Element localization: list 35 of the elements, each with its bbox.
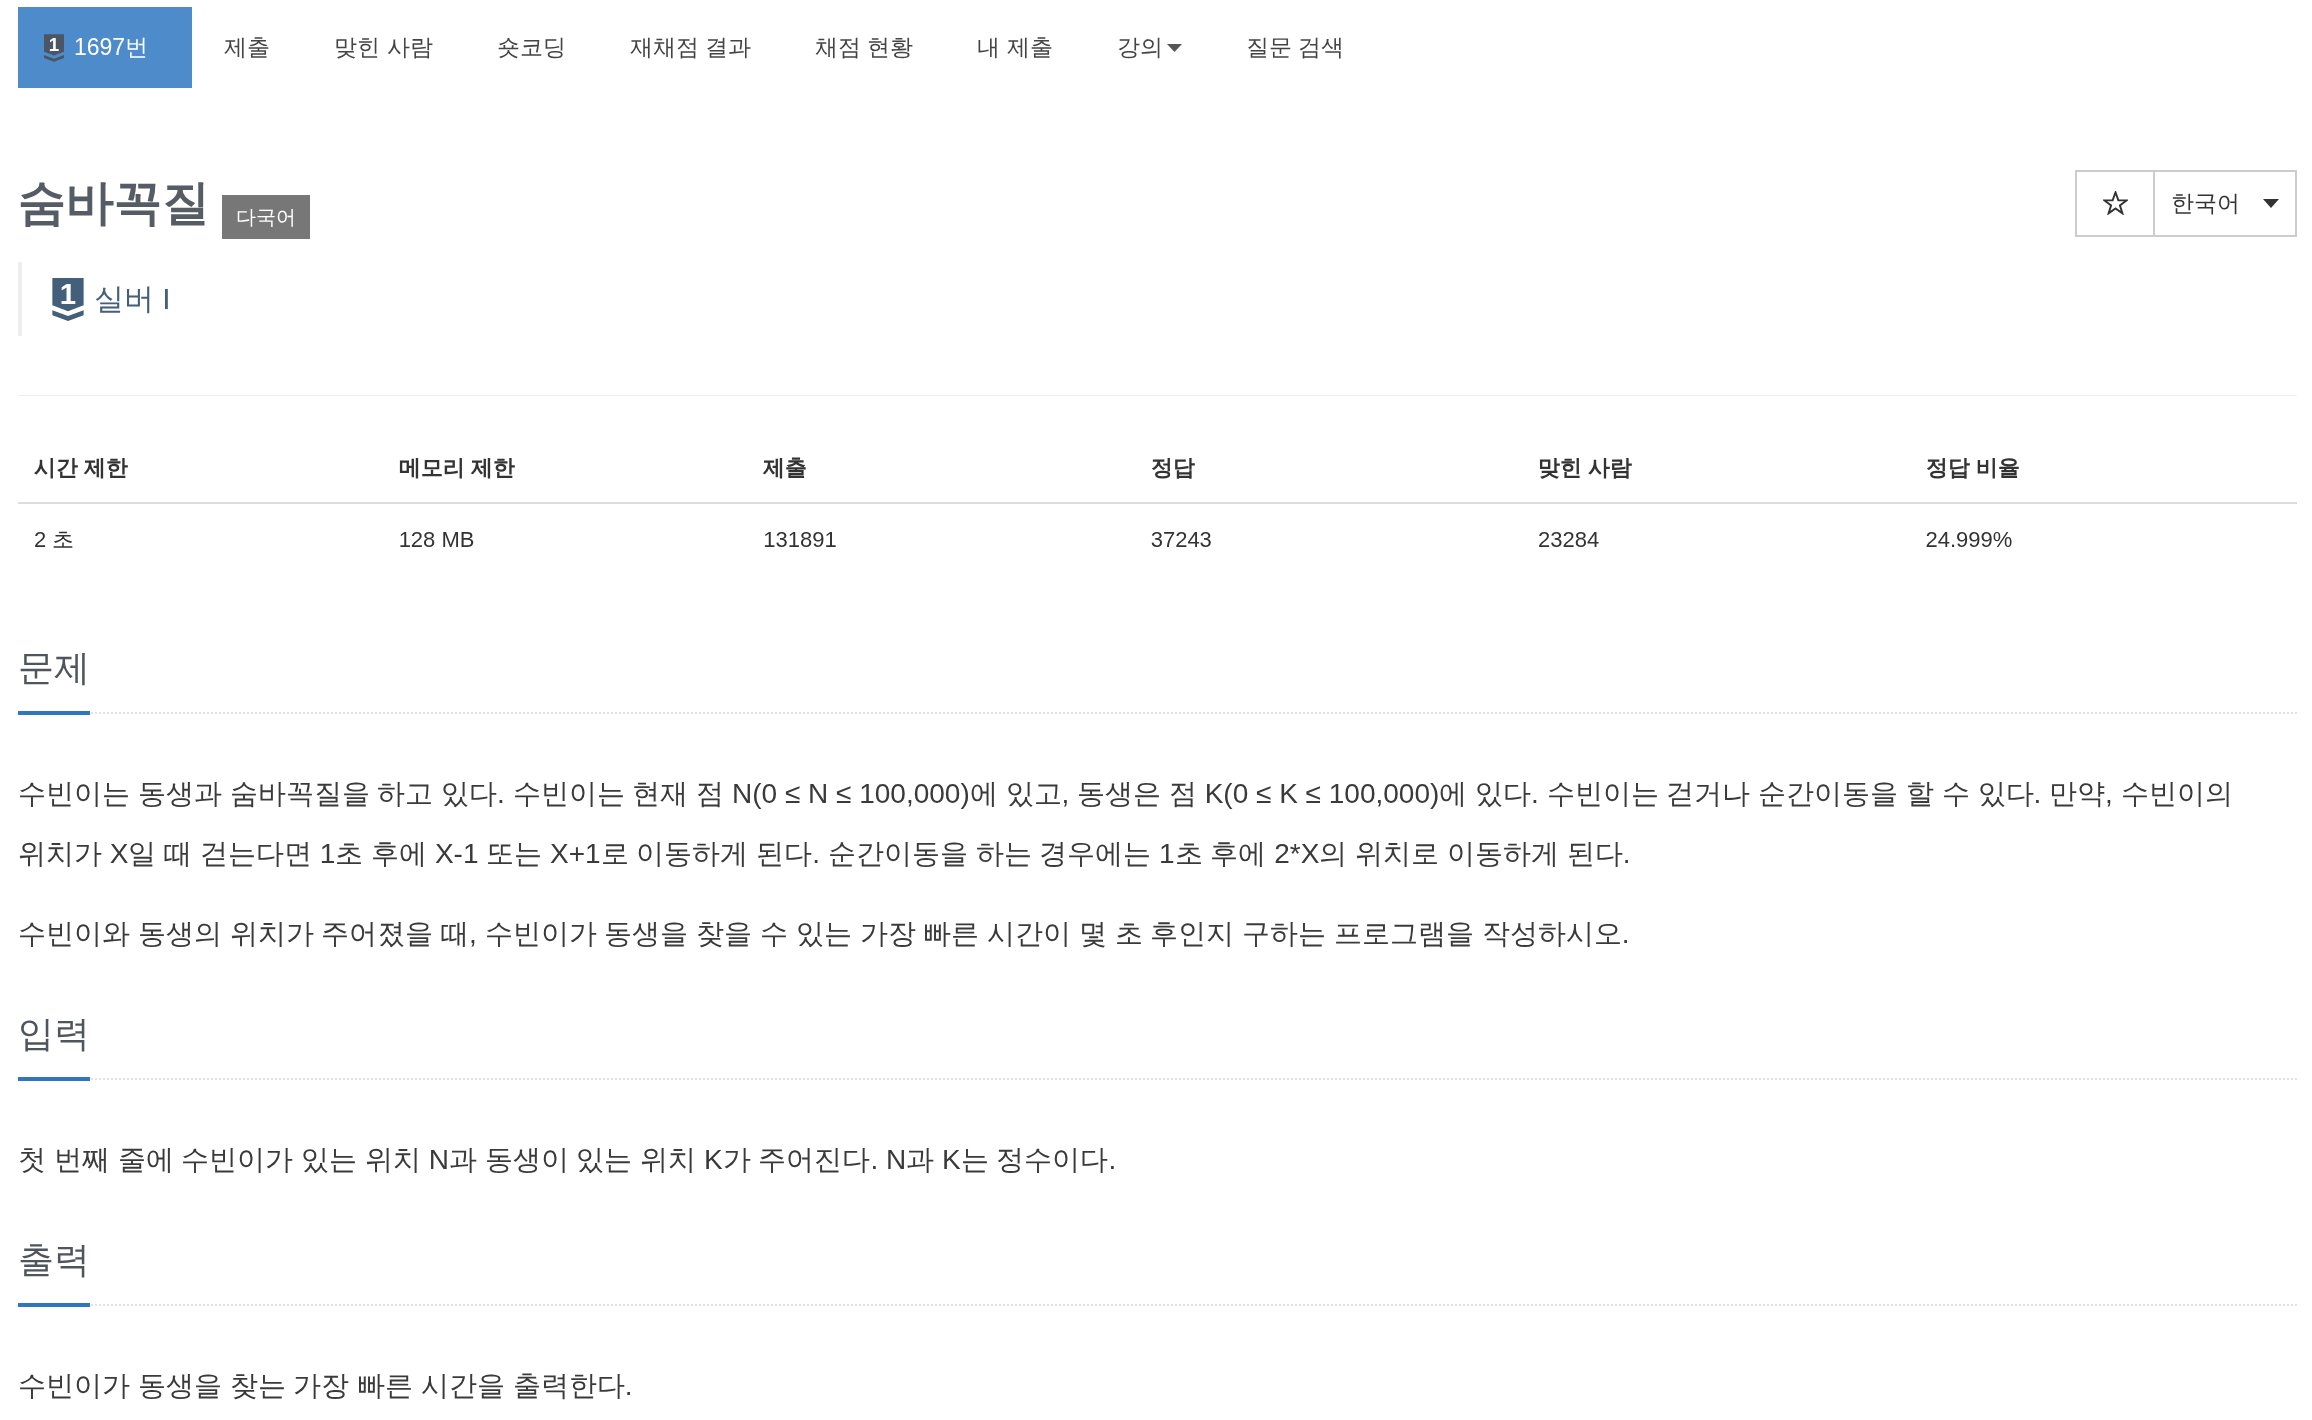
description-text: 첫 번째 줄에 수빈이가 있는 위치 N과 동생이 있는 위치 K가 주어진다. N과 K는 정수이다. [18, 1143, 1118, 1177]
column-header: 제출 [747, 434, 1135, 503]
tier-link[interactable]: 실버 I [94, 278, 171, 320]
bookmark-button[interactable] [2075, 169, 2155, 237]
nav-tab[interactable]: 재채점 결과 [597, 7, 783, 88]
nav-tab[interactable]: 1 1697번 [18, 7, 193, 88]
nav-tab[interactable]: 제출 [192, 7, 303, 88]
column-header: 메모리 제한 [382, 434, 748, 503]
table-cell: 128 MB [382, 503, 748, 576]
section-heading: 문제 [18, 646, 90, 715]
description-text: 수빈이가 동생을 찾는 가장 빠른 시간을 출력한다. [18, 1369, 634, 1403]
section-heading: 입력 [18, 1012, 90, 1081]
nav-tab[interactable]: 맞힌 사람 [302, 7, 465, 88]
column-header: 시간 제한 [18, 434, 383, 503]
nav-tab[interactable]: 숏코딩 [464, 7, 598, 88]
nav-tab[interactable]: 채점 현황 [782, 7, 946, 88]
table-cell: 23284 [1522, 503, 1910, 576]
table-cell: 24.999% [1909, 503, 2297, 576]
caret-icon [1166, 43, 1182, 52]
table-cell: 37243 [1134, 503, 1523, 576]
table-cell: 131891 [747, 503, 1135, 576]
column-header: 정답 비율 [1909, 434, 2297, 503]
table-cell: 2 초 [18, 503, 383, 576]
nav-tab[interactable]: 강의 [1084, 7, 1214, 88]
column-header: 맞힌 사람 [1522, 434, 1910, 503]
section-heading: 출력 [18, 1238, 90, 1307]
caret-icon [2263, 198, 2279, 208]
description-text: 수빈이는 동생과 숨바꼭질을 하고 있다. 수빈이는 현재 점 N(0 ≤ N ≤ 100,000)에 있고, 동생은 점 K(0 ≤ K ≤ 100,000)에 있다. 수빈이는 걷거나 순간이동을 할 수 있다. 만약, 수빈이의 위치가 X일 때 걷는다면 1초 후에 X-1 또는 X+1로 이동하게 된다. 순간이동을 하는 경우에는 1초 후에 2*X의 위치로 이동하게 된다. [18, 777, 2234, 871]
column-header: 정답 [1134, 434, 1523, 503]
description-text: 수빈이와 동생의 위치가 주어졌을 때, 수빈이가 동생을 찾을 수 있는 가장 빠른 시간이 몇 초 후인지 구하는 프로그램을 작성하시오. [18, 917, 1631, 951]
language-dropdown[interactable]: 한국어 [2155, 169, 2297, 237]
nav-tab[interactable]: 질문 검색 [1213, 7, 1377, 88]
problem-title: 숨바꼭질 [18, 175, 210, 231]
nav-tab[interactable]: 내 제출 [945, 7, 1085, 88]
language-tag: 다국어 [222, 195, 310, 239]
